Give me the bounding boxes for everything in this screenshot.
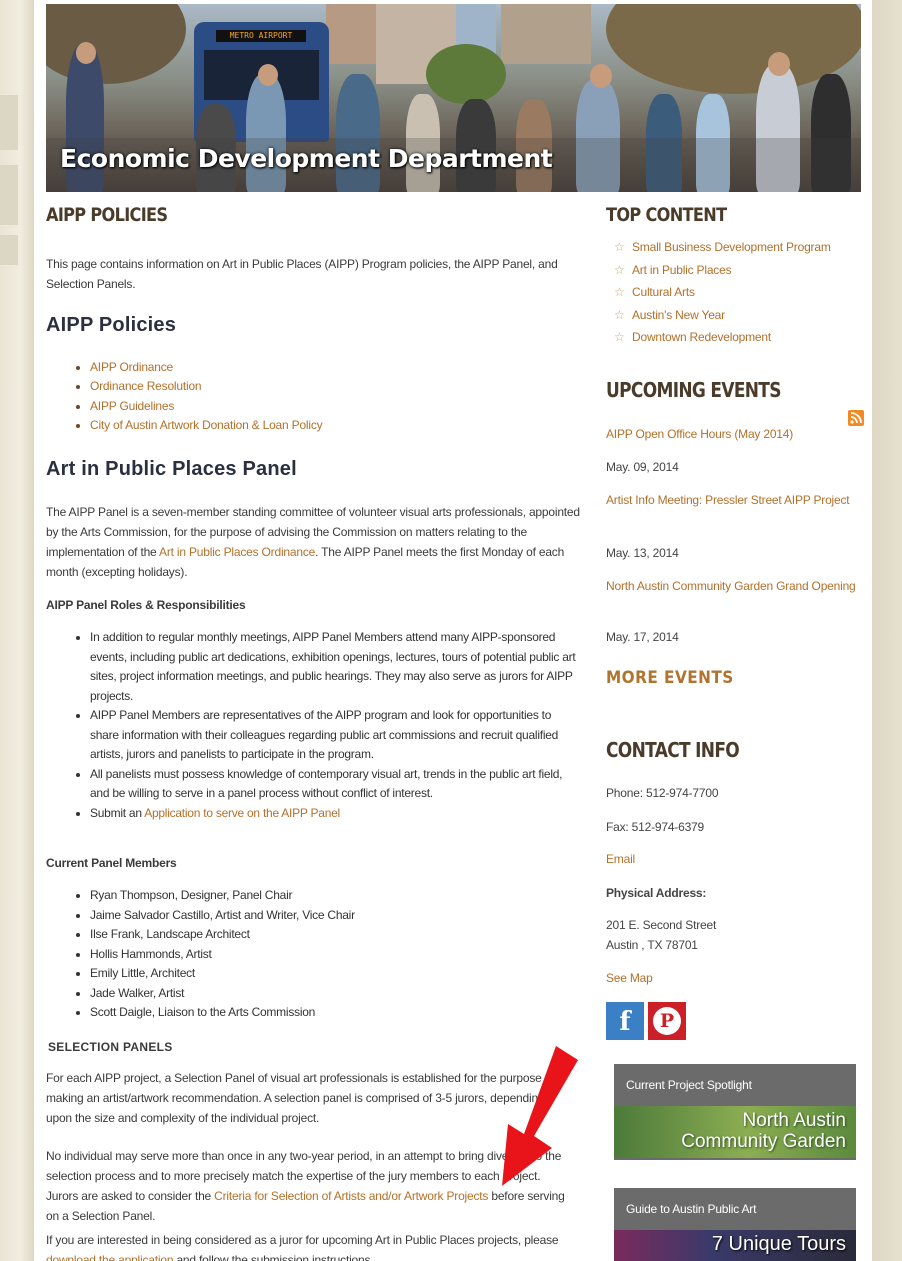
event-date: May. 13, 2014 <box>606 546 679 560</box>
link-ordinance-resolution[interactable]: Ordinance Resolution <box>90 377 576 396</box>
star-icon: ☆ <box>614 262 625 277</box>
top-content-item-label[interactable]: Cultural Arts <box>632 285 695 299</box>
promo-caption-tours: 7 Unique Tours <box>711 1233 846 1255</box>
top-content-item-label[interactable]: Downtown Redevelopment <box>632 330 771 344</box>
policy-links-list: AIPP Ordinance Ordinance Resolution AIPP… <box>46 358 576 435</box>
member-item: Emily Little, Architect <box>90 964 576 984</box>
upcoming-events-heading: UPCOMING EVENTS <box>606 378 781 402</box>
role-item-submit: Submit an Application to serve on the AI… <box>90 804 581 824</box>
top-content-item[interactable]: ☆ Cultural Arts <box>606 281 868 304</box>
address-line-1: 201 E. Second Street <box>606 918 717 932</box>
star-icon: ☆ <box>614 285 625 299</box>
promo-header: Guide to Austin Public Art <box>626 1202 757 1216</box>
event-link[interactable]: Artist Info Meeting: Pressler Street AIP… <box>606 490 856 510</box>
link-aipp-ordinance-text[interactable]: AIPP Ordinance <box>90 360 173 374</box>
see-map-link[interactable]: See Map <box>606 971 653 985</box>
project-spotlight-promo[interactable]: Current Project Spotlight North Austin C… <box>614 1064 856 1160</box>
role-item: AIPP Panel Members are representatives o… <box>90 706 581 765</box>
top-content-item[interactable]: ☆ Austin's New Year <box>606 304 868 327</box>
policies-heading: AIPP Policies <box>46 314 177 336</box>
link-download-application[interactable]: download the application <box>46 1253 174 1261</box>
member-item: Jaime Salvador Castillo, Artist and Writ… <box>90 906 576 926</box>
role-item: All panelists must possess knowledge of … <box>90 765 581 804</box>
page-title: AIPP POLICIES <box>46 204 168 226</box>
link-aipp-guidelines-text[interactable]: AIPP Guidelines <box>90 399 174 413</box>
pinterest-glyph: P <box>659 1010 675 1032</box>
selection-heading: SELECTION PANELS <box>48 1040 173 1054</box>
roles-list: In addition to regular monthly meetings,… <box>46 628 581 823</box>
page: METRO AIRPORT Economic Development Depar… <box>34 0 872 1261</box>
event-link[interactable]: North Austin Community Garden Grand Open… <box>606 576 856 596</box>
link-ordinance-resolution-text[interactable]: Ordinance Resolution <box>90 379 202 393</box>
top-content-item[interactable]: ☆ Small Business Development Program <box>606 236 868 259</box>
event-date: May. 17, 2014 <box>606 630 679 644</box>
member-item: Ryan Thompson, Designer, Panel Chair <box>90 886 576 906</box>
red-arrow-annotation <box>502 1046 578 1186</box>
top-content-item-label[interactable]: Small Business Development Program <box>632 240 831 254</box>
members-heading: Current Panel Members <box>46 856 177 870</box>
contact-phone: Phone: 512-974-7700 <box>606 786 719 800</box>
banner-title: Economic Development Department <box>60 144 553 173</box>
bus-sign: METRO AIRPORT <box>216 30 306 42</box>
event-link[interactable]: AIPP Open Office Hours (May 2014) <box>606 424 846 444</box>
panel-description: The AIPP Panel is a seven-member standin… <box>46 502 586 582</box>
promo-caption-1: North Austin <box>742 1110 847 1131</box>
right-background <box>872 0 902 1261</box>
public-art-guide-promo[interactable]: Guide to Austin Public Art 7 Unique Tour… <box>614 1188 856 1261</box>
submit-prefix: Submit an <box>90 805 142 820</box>
link-panel-application[interactable]: Application to serve on the AIPP Panel <box>144 806 340 820</box>
contact-email-link[interactable]: Email <box>606 852 635 866</box>
top-content-item-label[interactable]: Austin's New Year <box>632 308 725 322</box>
pinterest-icon[interactable]: P <box>648 1002 686 1040</box>
rss-icon[interactable] <box>848 410 864 426</box>
top-content-item[interactable]: ☆ Art in Public Places <box>606 259 868 282</box>
link-donation-loan-policy-text[interactable]: City of Austin Artwork Donation & Loan P… <box>90 418 323 432</box>
intro-text: This page contains information on Art in… <box>46 257 558 291</box>
selection-text-3-part2: and follow the submission instructions. <box>176 1253 374 1261</box>
top-content-item-label[interactable]: Art in Public Places <box>632 263 732 277</box>
left-background <box>0 0 34 1261</box>
promo-caption-2: Community Garden <box>681 1131 846 1152</box>
top-content-heading: TOP CONTENT <box>606 204 727 226</box>
address-line-2: Austin , TX 78701 <box>606 938 698 952</box>
contact-fax: Fax: 512-974-6379 <box>606 820 705 834</box>
role-item: In addition to regular monthly meetings,… <box>90 628 581 706</box>
facebook-icon[interactable]: f <box>606 1002 644 1040</box>
member-item: Jade Walker, Artist <box>90 984 576 1004</box>
member-item: Scott Daigle, Liaison to the Arts Commis… <box>90 1003 576 1023</box>
link-aipp-ordinance-inline[interactable]: Art in Public Places Ordinance <box>159 545 315 559</box>
promo-header: Current Project Spotlight <box>626 1078 752 1092</box>
link-aipp-guidelines[interactable]: AIPP Guidelines <box>90 397 576 416</box>
link-aipp-ordinance[interactable]: AIPP Ordinance <box>90 358 576 377</box>
top-content-item[interactable]: ☆ Downtown Redevelopment <box>606 326 868 349</box>
event-date: May. 09, 2014 <box>606 460 679 474</box>
header-banner: METRO AIRPORT Economic Development Depar… <box>46 4 861 192</box>
star-icon: ☆ <box>614 240 625 254</box>
member-item: Ilse Frank, Landscape Architect <box>90 925 576 945</box>
star-icon: ☆ <box>614 330 625 344</box>
selection-text-3: If you are interested in being considere… <box>46 1230 571 1261</box>
selection-text-3-part1: If you are interested in being considere… <box>46 1233 559 1247</box>
more-events-link[interactable]: MORE EVENTS <box>606 668 734 688</box>
link-selection-criteria[interactable]: Criteria for Selection of Artists and/or… <box>214 1189 488 1203</box>
contact-info-heading: CONTACT INFO <box>606 738 740 762</box>
members-list: Ryan Thompson, Designer, Panel Chair Jai… <box>46 886 576 1023</box>
star-icon: ☆ <box>614 307 625 322</box>
member-item: Hollis Hammonds, Artist <box>90 945 576 965</box>
roles-heading: AIPP Panel Roles & Responsibilities <box>46 598 246 612</box>
link-donation-loan-policy[interactable]: City of Austin Artwork Donation & Loan P… <box>90 416 576 435</box>
top-content-list: ☆ Small Business Development Program ☆ Art… <box>606 236 868 349</box>
physical-address-label: Physical Address: <box>606 886 707 900</box>
panel-heading: Art in Public Places Panel <box>46 458 297 480</box>
